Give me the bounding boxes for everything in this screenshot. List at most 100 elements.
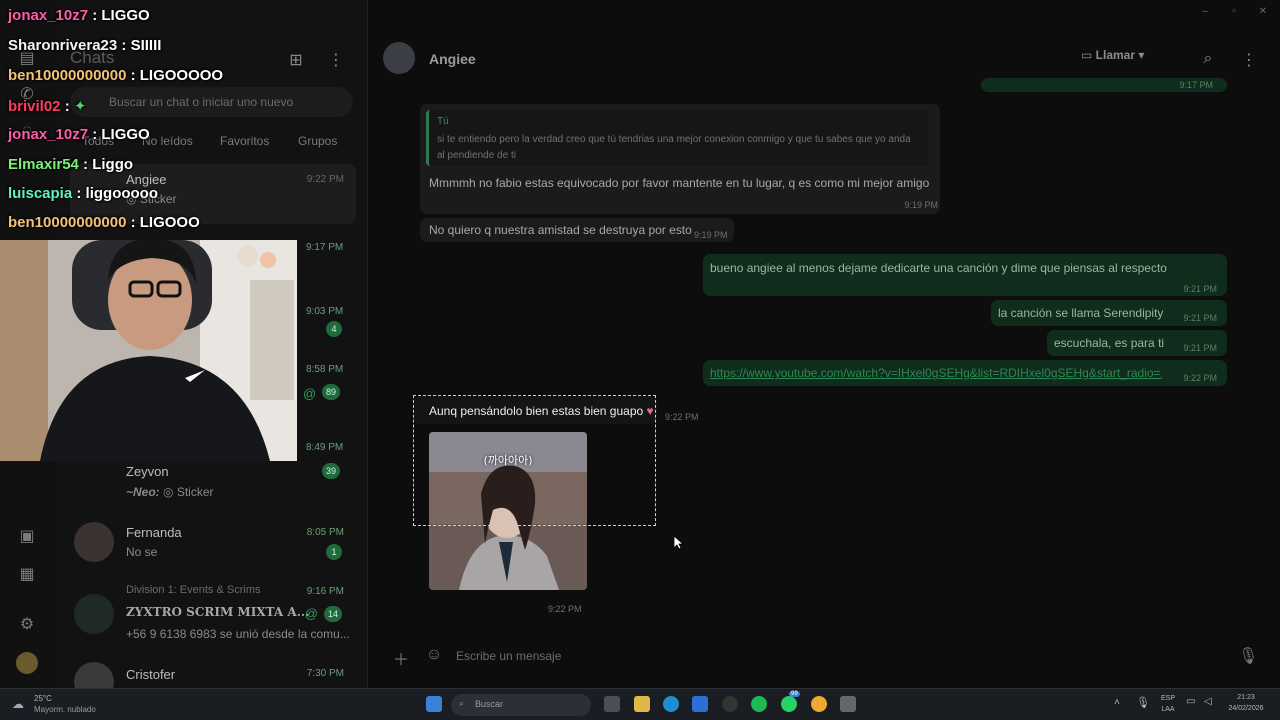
app-icon[interactable] — [722, 696, 738, 712]
volume-icon[interactable]: ◁ — [1204, 696, 1212, 707]
chat-name: ZYXTRO SCRIM MIXTA A... — [126, 605, 310, 619]
chat-row[interactable]: Cristofer 7:30 PM — [70, 656, 356, 702]
message-time: 9:22 PM — [665, 412, 699, 422]
whatsapp-badge: 99 — [789, 691, 800, 697]
store-icon[interactable] — [692, 696, 708, 712]
chat-preview: ~Neo: ◎ Sticker — [126, 485, 214, 499]
emoji-icon[interactable]: ☺ — [425, 646, 443, 664]
avatar — [74, 594, 114, 634]
stream-chat-line: jonax_10z7 : LIGGO — [8, 7, 150, 24]
close-icon[interactable]: ✕ — [1256, 6, 1270, 17]
filter-favorites[interactable]: Favoritos — [220, 134, 269, 148]
stream-chat-line: Sharonrivera23 : SIIIII — [8, 37, 162, 54]
message-text: bueno angiee al menos dejame dedicarte u… — [710, 261, 1167, 275]
message-text: la canción se llama Serendipity — [998, 306, 1164, 320]
unread-badge: 1 — [326, 544, 342, 560]
network-icon[interactable]: ▭ — [1186, 696, 1195, 707]
message-text: escuchala, es para ti — [1054, 336, 1165, 350]
emote-icon: ✦ — [73, 98, 87, 115]
chat-row[interactable]: Fernanda 8:05 PM No se 1 — [70, 514, 356, 574]
archived-icon[interactable]: ▦ — [16, 564, 38, 586]
chat-preview: No se — [126, 545, 158, 559]
message-text: No quiero q nuestra amistad se destruya … — [429, 223, 692, 237]
video-icon: ▭ — [1081, 48, 1096, 62]
mention-icon: @ — [304, 606, 318, 621]
chat-time: 7:30 PM — [306, 668, 344, 679]
conversation-pane: Angiee ▭ Llamar ▾ ⌕ ⋮ 9:17 PM Tú si te e… — [369, 0, 1280, 688]
weather-icon[interactable]: ☁ — [12, 697, 28, 711]
chat-time: 9:16 PM — [306, 586, 344, 597]
unread-badge: 14 — [323, 606, 342, 622]
microphone-icon[interactable]: 🎙 — [1136, 696, 1150, 709]
message-bubble-outgoing: escuchala, es para ti 9:21 PM — [1047, 330, 1227, 356]
quoted-message[interactable]: Tú si te entiendo pero la verdad creo qu… — [426, 110, 928, 166]
stream-chat-line: luiscapia : liggooooo — [8, 185, 159, 202]
maximize-icon[interactable]: ▫ — [1227, 6, 1241, 17]
message-bubble-outgoing: https://www.youtube.com/watch?v=IHxel0gS… — [703, 360, 1227, 386]
stream-chat-line: ben10000000000 : LIGOOOOO — [8, 67, 224, 84]
filter-groups[interactable]: Grupos — [298, 134, 337, 148]
search-icon[interactable]: ⌕ — [1199, 50, 1217, 68]
windows-taskbar: ☁ 25°C Mayorm. nublado ⌕ Buscar 99 ˄ 🎙 ES… — [0, 688, 1280, 720]
chat-row[interactable]: Zeyvon ~Neo: ◎ Sticker — [70, 460, 356, 520]
chevron-down-icon: ▾ — [1135, 48, 1145, 62]
taskbar-search[interactable]: ⌕ Buscar — [451, 694, 591, 716]
search-icon: ⌕ — [459, 698, 465, 708]
weather-temp[interactable]: 25°C — [34, 694, 52, 703]
new-chat-icon[interactable]: ⊞ — [286, 50, 306, 70]
quoted-text: si te entiendo pero la verdad creo que t… — [437, 134, 911, 161]
chat-time: 9:17 PM — [306, 242, 344, 253]
message-time: 9:21 PM — [1183, 343, 1217, 353]
task-view-icon[interactable] — [604, 696, 620, 712]
menu-dots-icon[interactable]: ⋮ — [326, 50, 346, 70]
language-bottom[interactable]: LAA — [1156, 706, 1180, 713]
app-icon[interactable] — [840, 696, 856, 712]
clock-time[interactable]: 21:23 — [1228, 694, 1264, 701]
chat-name: Fernanda — [126, 525, 182, 540]
chat-time: 8:49 PM — [306, 442, 344, 453]
language-top[interactable]: ESP — [1156, 695, 1180, 702]
menu-dots-icon[interactable]: ⋮ — [1240, 50, 1258, 70]
chat-row[interactable]: Division 1: Events & Scrims ZYXTRO SCRIM… — [70, 582, 356, 646]
unread-badge: 89 — [322, 384, 341, 400]
chat-time: 8:05 PM — [306, 527, 344, 538]
minimize-icon[interactable]: – — [1198, 6, 1212, 17]
spotify-icon[interactable] — [751, 696, 767, 712]
message-bubble-outgoing: 9:17 PM — [981, 78, 1227, 92]
streamer-webcam-image — [0, 240, 297, 461]
contact-name[interactable]: Angiee — [429, 51, 476, 67]
stream-chat-line: ben10000000000 : LIGOOO — [8, 214, 200, 231]
selection-box — [413, 395, 656, 526]
weather-desc[interactable]: Mayorm. nublado — [34, 705, 96, 714]
unread-badge: 4 — [326, 321, 342, 337]
starred-icon[interactable]: ▣ — [16, 526, 38, 548]
microphone-icon[interactable]: 🎙 — [1238, 646, 1258, 666]
clock-date[interactable]: 24/02/2026 — [1224, 705, 1268, 712]
edge-icon[interactable] — [663, 696, 679, 712]
youtube-link[interactable]: https://www.youtube.com/watch?v=IHxel0gS… — [710, 366, 1162, 380]
profile-avatar[interactable] — [16, 652, 38, 674]
chevron-up-icon[interactable]: ˄ — [1114, 697, 1120, 708]
mouse-cursor-icon — [674, 536, 684, 550]
quoted-author: Tú — [437, 116, 449, 127]
app-icon[interactable] — [811, 696, 827, 712]
chat-name: Cristofer — [126, 667, 176, 682]
message-time: 9:21 PM — [1183, 313, 1217, 323]
contact-avatar[interactable] — [383, 42, 415, 74]
stream-chat-line: jonax_10z7 : LIGGO — [8, 126, 150, 143]
settings-icon[interactable]: ⚙ — [16, 614, 38, 636]
attach-plus-icon[interactable]: ＋ — [392, 646, 410, 670]
message-time: 9:21 PM — [1183, 284, 1217, 294]
message-time: 9:22 PM — [548, 604, 582, 614]
file-explorer-icon[interactable] — [634, 696, 650, 712]
message-time: 9:22 PM — [1183, 373, 1217, 383]
message-input[interactable]: Escribe un mensaje — [456, 649, 561, 663]
chat-time: 9:03 PM — [306, 306, 344, 317]
chat-time: 9:22 PM — [306, 174, 344, 185]
chat-name: Zeyvon — [126, 464, 169, 479]
message-composer: ＋ ☺ Escribe un mensaje 🎙 — [369, 640, 1280, 672]
whatsapp-icon[interactable] — [781, 696, 797, 712]
call-button[interactable]: ▭ Llamar ▾ — [1081, 48, 1144, 70]
chat-search-input[interactable]: Buscar un chat o iniciar uno nuevo — [70, 87, 353, 117]
start-icon[interactable] — [426, 696, 442, 712]
